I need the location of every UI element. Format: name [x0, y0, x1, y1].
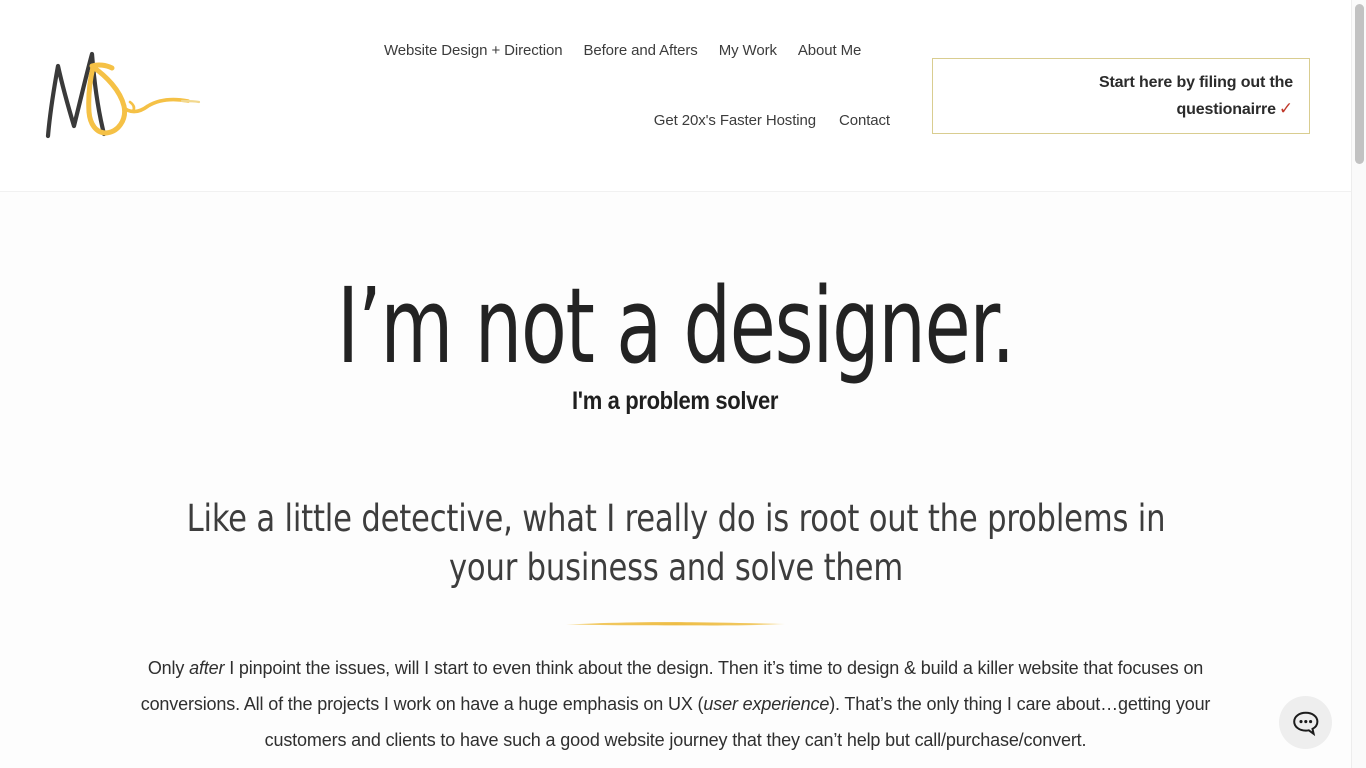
scrollbar-thumb[interactable] [1355, 4, 1364, 164]
page-scrollbar[interactable] [1351, 0, 1366, 768]
nav-item-website-design-direction[interactable]: Website Design + Direction [384, 42, 563, 60]
chat-widget-button[interactable] [1279, 696, 1332, 749]
hero-lead-paragraph: Like a little detective, what I really d… [186, 497, 1165, 589]
nav-item-my-work[interactable]: My Work [719, 42, 777, 60]
check-icon: ✓ [1278, 98, 1293, 118]
hero-body-paragraph: Only after I pinpoint the issues, will I… [138, 650, 1213, 758]
nav-row-primary: Website Design + Direction Before and Af… [360, 42, 890, 60]
body-segment-1: Only [147, 658, 190, 678]
chat-bubble-dots-icon [1292, 711, 1318, 736]
main-content: I’m not a designer. I'm a problem solver [0, 192, 1351, 758]
primary-navigation: Website Design + Direction Before and Af… [360, 42, 890, 130]
nav-item-faster-hosting[interactable]: Get 20x's Faster Hosting [654, 112, 816, 130]
gold-brush-underline-icon [564, 620, 787, 627]
page-viewport: Website Design + Direction Before and Af… [0, 0, 1351, 768]
cta-line-1: Start here by filing out the [1098, 73, 1293, 91]
nav-item-about-me[interactable]: About Me [798, 42, 862, 60]
nav-item-before-and-afters[interactable]: Before and Afters [583, 42, 697, 60]
md-signature-logo[interactable] [36, 44, 206, 144]
nav-item-contact[interactable]: Contact [839, 112, 890, 130]
questionnaire-cta-button[interactable]: Start here by filing out the questionair… [932, 58, 1310, 134]
body-emphasis-after: after [189, 658, 225, 678]
cta-line-2: questionairre [1176, 100, 1276, 118]
hero-subtitle-wrap: I'm a problem solver [0, 386, 1351, 434]
page-title: I’m not a designer. [336, 265, 1015, 387]
body-emphasis-user-experience: user experience [703, 694, 830, 714]
site-header: Website Design + Direction Before and Af… [0, 0, 1351, 192]
hero-subtitle: I'm a problem solver [572, 387, 779, 415]
questionnaire-cta-label: Start here by filing out the questionair… [1099, 70, 1293, 123]
nav-row-secondary: Get 20x's Faster Hosting Contact [360, 112, 890, 130]
